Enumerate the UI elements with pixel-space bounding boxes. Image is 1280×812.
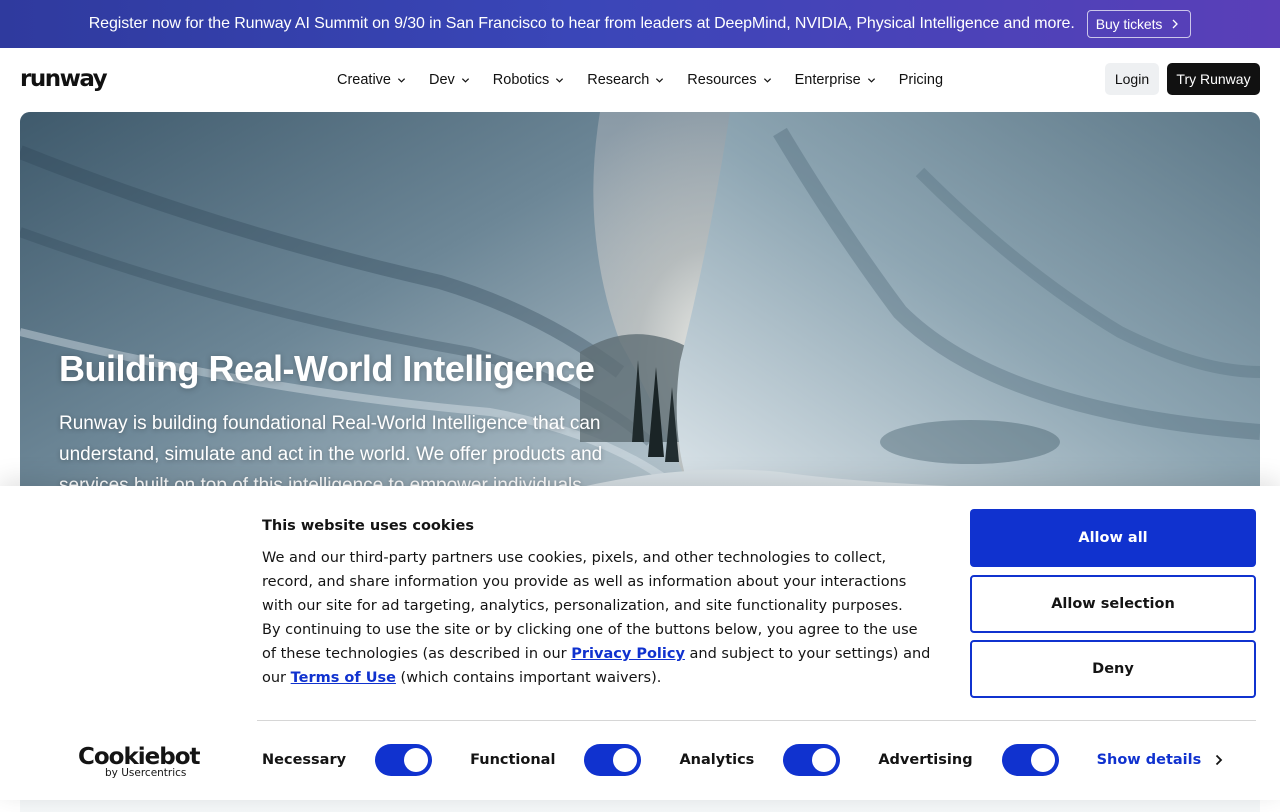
- deny-button[interactable]: Deny: [970, 640, 1256, 698]
- cookie-body: We and our third-party partners use cook…: [262, 546, 932, 690]
- divider: [257, 720, 1256, 721]
- site-header: runway Creative Dev Robotics Research Re…: [0, 48, 1280, 112]
- nav-creative-label: Creative: [337, 72, 391, 88]
- nav-pricing-label: Pricing: [898, 72, 944, 88]
- buy-tickets-label: Buy tickets: [1095, 16, 1163, 32]
- analytics-label: Analytics: [679, 752, 755, 768]
- main-nav: Creative Dev Robotics Research Resources…: [337, 48, 943, 112]
- nav-robotics[interactable]: Robotics: [493, 72, 564, 88]
- nav-pricing[interactable]: Pricing: [899, 72, 943, 88]
- cookie-text: (which contains important waivers).: [395, 670, 662, 686]
- chevron-right-icon: [1172, 19, 1179, 29]
- functional-label: Functional: [470, 752, 556, 768]
- announcement-text: Register now for the Runway AI Summit on…: [88, 15, 1075, 32]
- nav-research-label: Research: [587, 72, 650, 88]
- consent-toggles: Necessary Functional Analytics Advertisi…: [262, 743, 1223, 777]
- functional-toggle[interactable]: [584, 744, 642, 776]
- nav-research[interactable]: Research: [587, 72, 664, 88]
- chevron-down-icon: [763, 77, 771, 83]
- nav-enterprise[interactable]: Enterprise: [795, 72, 876, 88]
- announcement-banner: Register now for the Runway AI Summit on…: [0, 0, 1280, 48]
- login-button[interactable]: Login: [1105, 63, 1159, 95]
- cookie-paragraph-2: By continuing to use the site or by clic…: [262, 618, 932, 690]
- allow-selection-button[interactable]: Allow selection: [970, 575, 1256, 633]
- try-runway-button[interactable]: Try Runway: [1167, 63, 1260, 95]
- nav-creative[interactable]: Creative: [337, 72, 406, 88]
- show-details-label: Show details: [1096, 752, 1202, 768]
- hero-title: Building Real-World Intelligence: [59, 348, 595, 389]
- cookie-consent-dialog: This website uses cookies We and our thi…: [0, 486, 1280, 800]
- cookie-title: This website uses cookies: [262, 518, 474, 534]
- buy-tickets-button[interactable]: Buy tickets: [1086, 10, 1192, 38]
- show-details-button[interactable]: Show details: [1097, 752, 1224, 768]
- allow-all-button[interactable]: Allow all: [970, 509, 1256, 567]
- chevron-down-icon: [461, 77, 469, 83]
- terms-of-use-link[interactable]: Terms of Use: [291, 670, 396, 686]
- nav-enterprise-label: Enterprise: [794, 72, 861, 88]
- runway-logo[interactable]: runway: [20, 66, 108, 92]
- chevron-down-icon: [556, 77, 564, 83]
- nav-resources[interactable]: Resources: [687, 72, 771, 88]
- necessary-label: Necessary: [262, 752, 347, 768]
- chevron-down-icon: [867, 77, 875, 83]
- nav-dev[interactable]: Dev: [429, 72, 470, 88]
- cookiebot-logo: Cookiebot by Usercentrics: [78, 744, 201, 779]
- analytics-toggle[interactable]: [783, 744, 841, 776]
- chevron-down-icon: [397, 77, 406, 83]
- advertising-label: Advertising: [878, 752, 973, 768]
- advertising-toggle[interactable]: [1001, 744, 1059, 776]
- necessary-toggle[interactable]: [375, 744, 433, 776]
- nav-resources-label: Resources: [687, 72, 757, 88]
- chevron-down-icon: [656, 77, 664, 83]
- nav-robotics-label: Robotics: [492, 72, 550, 88]
- chevron-right-icon: [1216, 754, 1223, 766]
- nav-dev-label: Dev: [429, 72, 455, 88]
- privacy-policy-link[interactable]: Privacy Policy: [571, 646, 685, 662]
- cookie-paragraph-1: We and our third-party partners use cook…: [262, 550, 907, 614]
- cookiebot-byline: by Usercentrics: [105, 767, 187, 779]
